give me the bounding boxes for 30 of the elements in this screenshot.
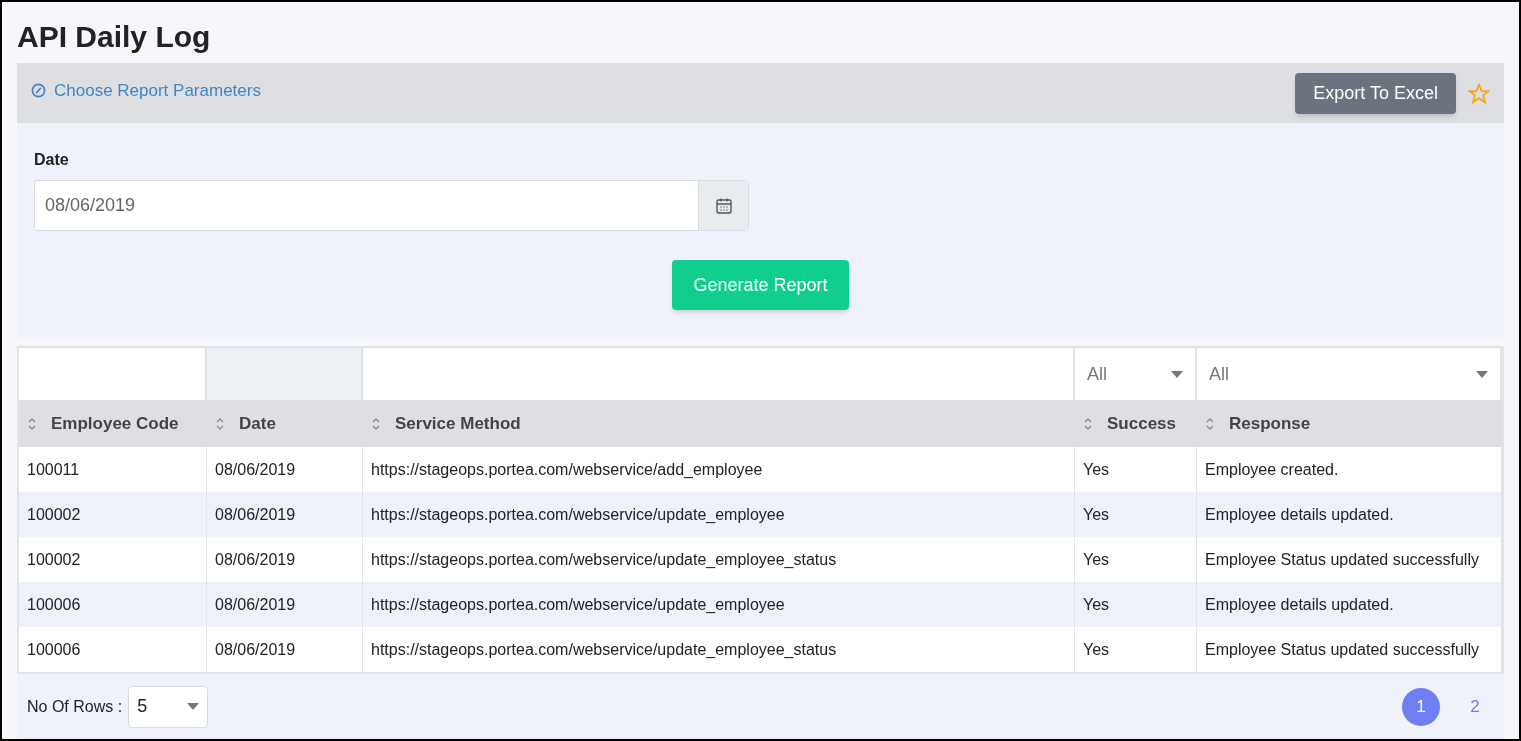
page-button[interactable]: 2 <box>1456 687 1494 726</box>
calendar-button[interactable] <box>698 181 748 230</box>
date-label: Date <box>34 150 70 170</box>
sort-icon[interactable] <box>1205 416 1215 431</box>
star-icon[interactable] <box>1468 82 1490 105</box>
table-cell: Yes <box>1075 627 1197 672</box>
table-cell: https://stageops.portea.com/webservice/update_employee_status <box>363 627 1075 672</box>
table-cell: 100006 <box>19 627 207 672</box>
export-button[interactable]: Export To Excel <box>1295 73 1456 114</box>
sort-icon[interactable] <box>1083 416 1093 431</box>
table-cell: Employee Status updated successfully <box>1197 627 1502 672</box>
edit-circle-icon <box>31 83 46 99</box>
page-button[interactable]: 1 <box>1402 687 1440 726</box>
calendar-icon <box>714 196 733 215</box>
column-header[interactable]: Success <box>1075 400 1197 447</box>
column-header[interactable]: Service Method <box>363 400 1075 447</box>
table-cell: 08/06/2019 <box>207 627 363 672</box>
sort-icon[interactable] <box>371 416 381 431</box>
page-title: API Daily Log <box>17 19 212 55</box>
rows-label: No Of Rows : <box>27 696 123 717</box>
sort-icon[interactable] <box>215 416 225 431</box>
caret-icon <box>1171 370 1183 378</box>
column-header[interactable]: Response <box>1197 400 1502 447</box>
rows-dropdown[interactable]: 5 <box>128 685 209 728</box>
caret-icon <box>1476 370 1488 378</box>
column-header[interactable]: Employee Code <box>19 400 207 447</box>
column-header[interactable]: Date <box>207 400 363 447</box>
sort-icon[interactable] <box>27 416 37 431</box>
date-field[interactable]: 08/06/2019 <box>34 180 749 231</box>
caret-icon <box>187 703 200 710</box>
